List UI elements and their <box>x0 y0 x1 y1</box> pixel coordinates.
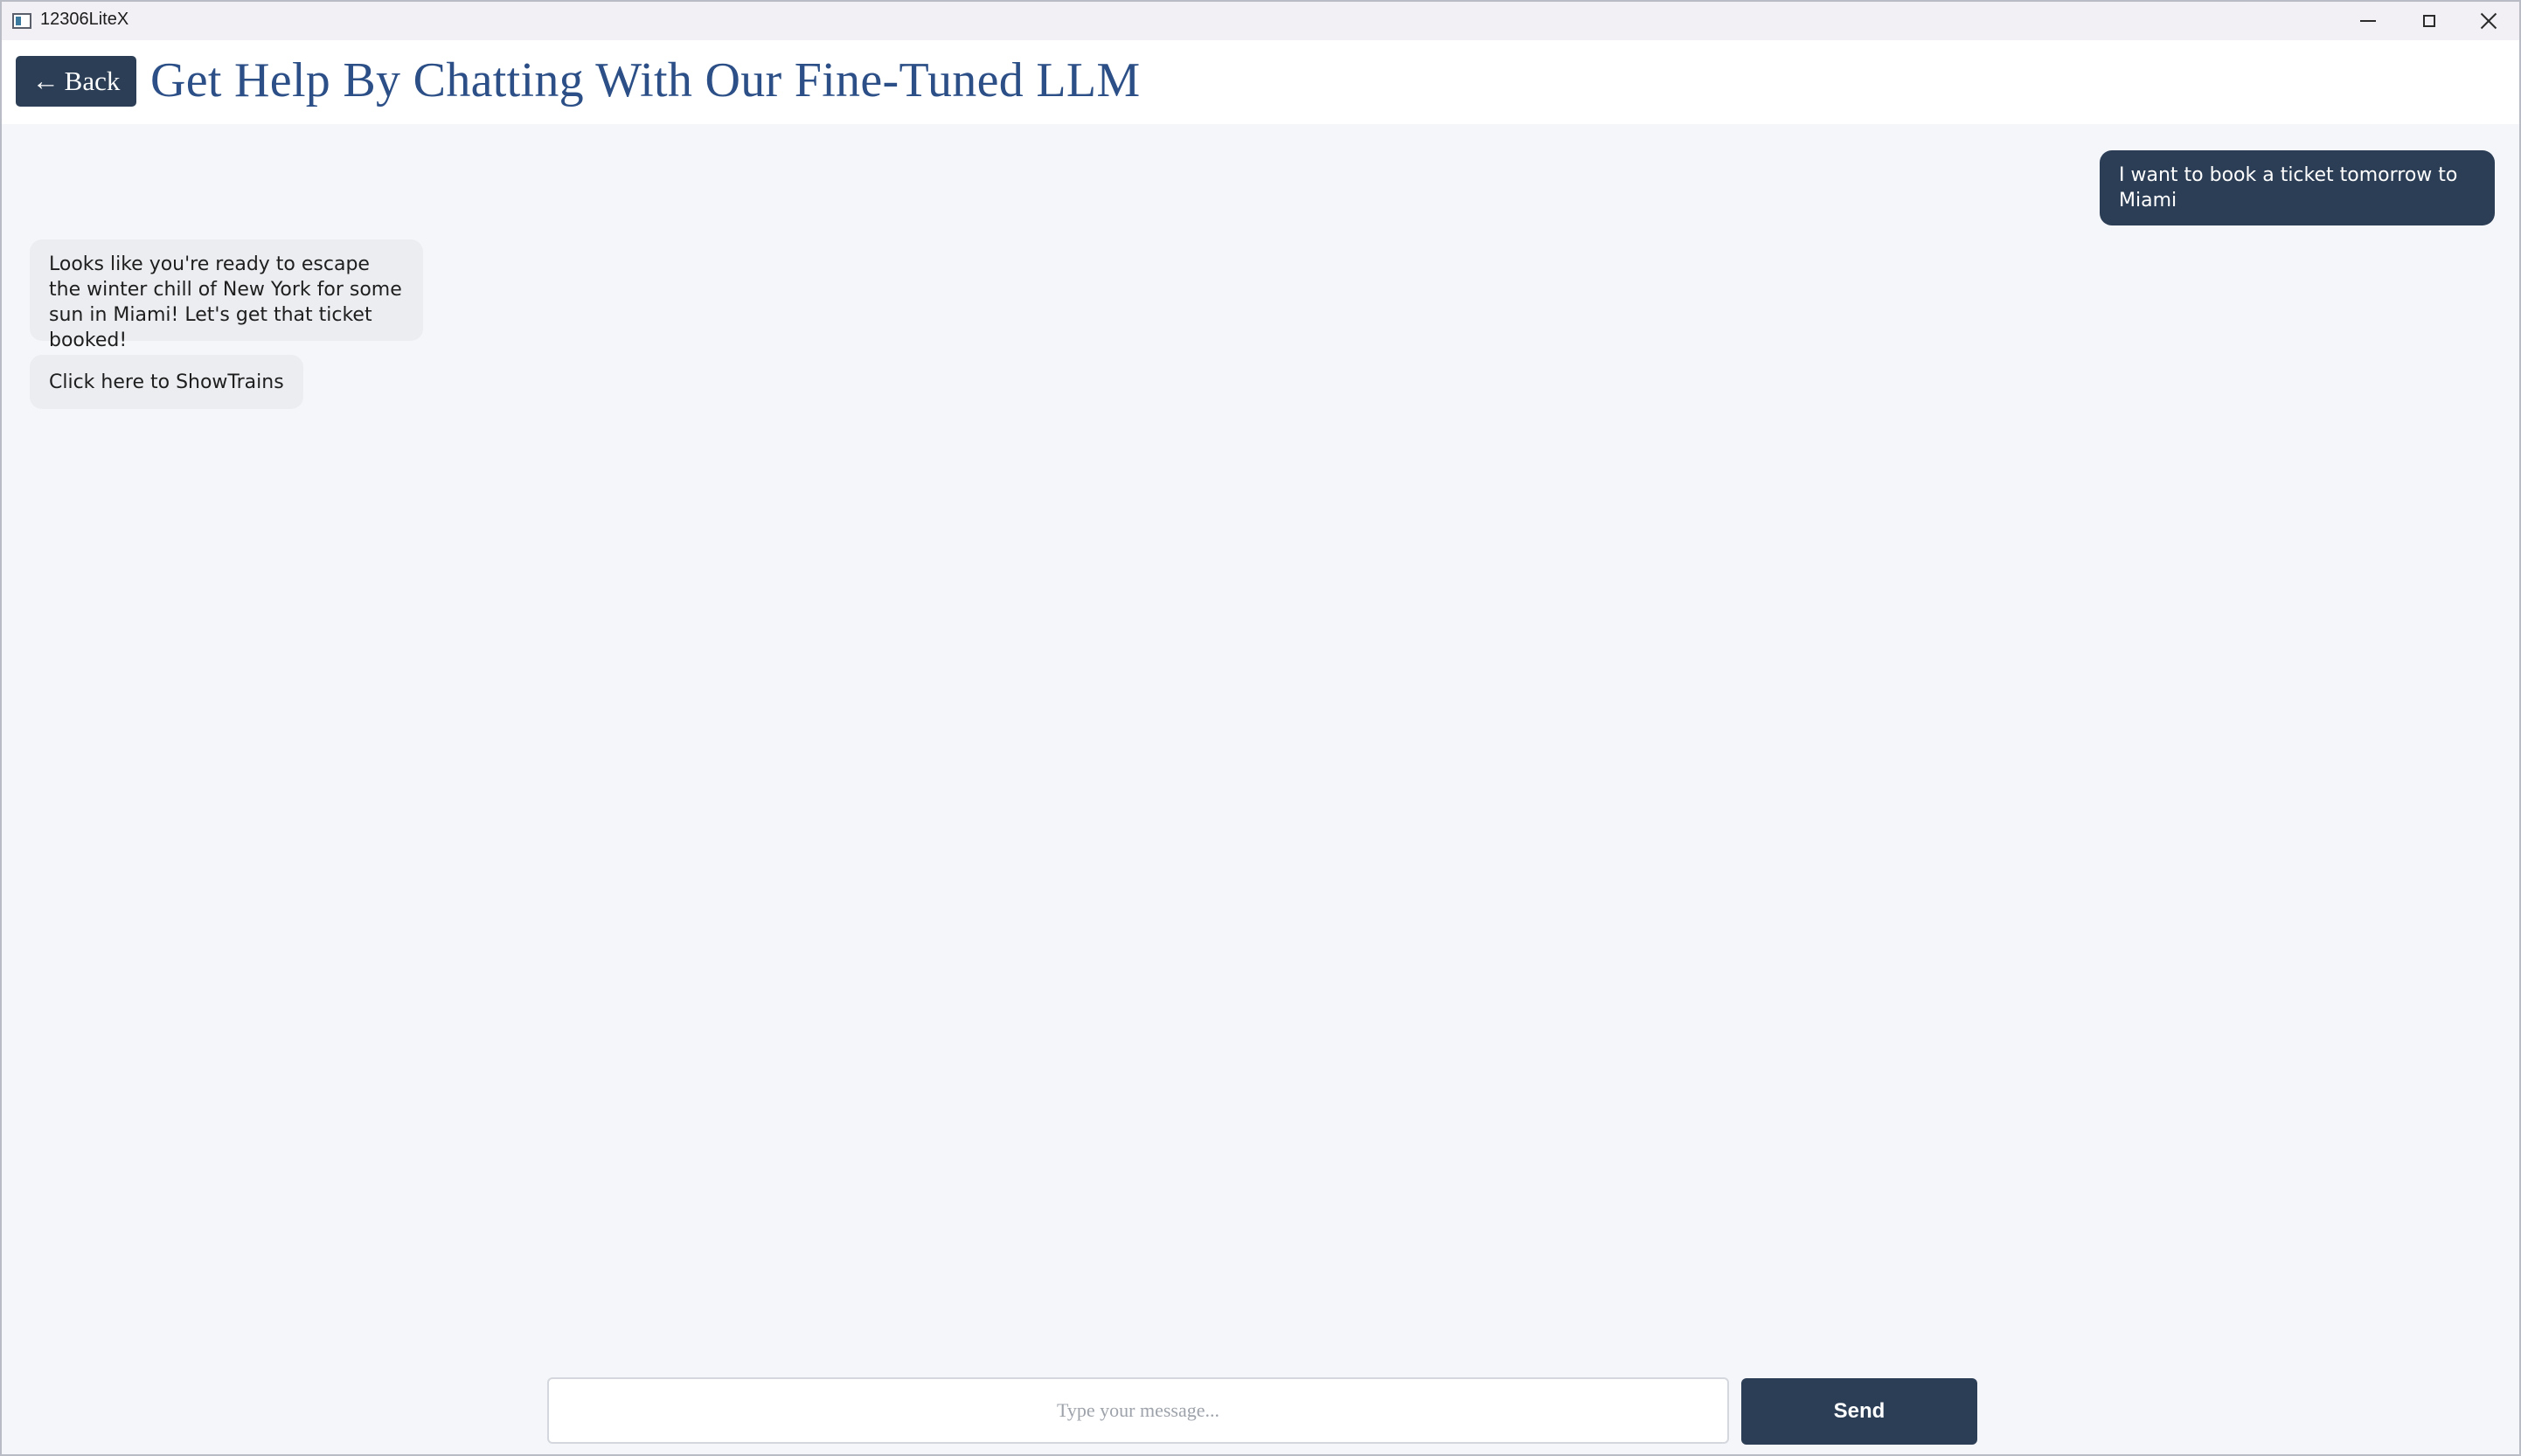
assistant-message: Looks like you're ready to escape the wi… <box>30 239 423 351</box>
app-icon <box>12 13 31 29</box>
title-bar: 12306LiteX <box>2 2 2519 40</box>
page-header: ← Back Get Help By Chatting With Our Fin… <box>2 40 2519 124</box>
message-input[interactable] <box>547 1377 1729 1444</box>
close-icon <box>2480 12 2497 30</box>
app-window: 12306LiteX ← Back Get Help By Chatting W… <box>0 0 2521 1456</box>
page-title: Get Help By Chatting With Our Fine-Tuned… <box>150 53 1141 107</box>
maximize-button[interactable] <box>2399 2 2460 40</box>
send-button[interactable]: Send <box>1741 1378 1977 1445</box>
back-button-label: Back <box>64 66 121 96</box>
maximize-icon <box>2423 15 2435 27</box>
back-button[interactable]: ← Back <box>16 56 136 107</box>
minimize-button[interactable] <box>2337 2 2399 40</box>
window-title: 12306LiteX <box>40 10 129 29</box>
user-message: I want to book a ticket tomorrow to Miam… <box>2100 150 2495 225</box>
minimize-icon <box>2360 20 2376 22</box>
chat-messages: I want to book a ticket tomorrow to Miam… <box>2 124 2519 1321</box>
close-button[interactable] <box>2458 2 2519 40</box>
back-arrow-icon: ← <box>31 66 59 96</box>
show-trains-button[interactable]: Click here to ShowTrains <box>30 355 303 409</box>
